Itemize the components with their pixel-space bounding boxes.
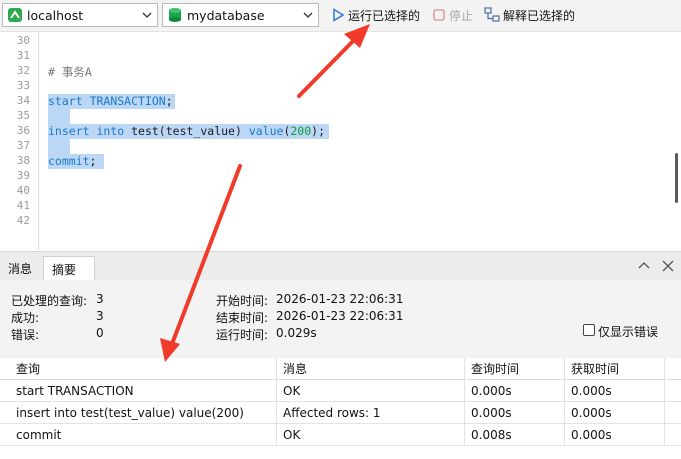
end-time-value: 2026-01-23 22:06:31 — [276, 309, 404, 323]
processed-queries-value: 3 — [96, 292, 104, 306]
code-keyword: commit — [48, 154, 90, 168]
tab-summary-label: 摘要 — [52, 262, 77, 277]
code-text: test(test_value) — [124, 124, 249, 138]
code-punctuation: ); — [311, 124, 326, 138]
runtime-value: 0.029s — [276, 326, 317, 340]
code-number: 200 — [290, 124, 312, 138]
database-label: mydatabase — [187, 7, 265, 23]
summary-panel: 已处理的查询: 3 成功: 3 错误: 0 开始时间: 2026-01-23 2… — [0, 280, 681, 358]
cell-query: insert into test(test_value) value(200) — [10, 402, 277, 424]
explain-selected-label: 解释已选择的 — [503, 8, 576, 23]
line-number: 33 — [16, 79, 30, 92]
code-comment-line: # 事务A — [48, 65, 92, 79]
tab-messages[interactable]: 消息 — [0, 256, 40, 281]
cell-query: commit — [10, 424, 277, 446]
error-value: 0 — [96, 326, 104, 340]
start-time-label: 开始时间: — [216, 294, 269, 308]
explain-icon — [484, 7, 500, 22]
cell-query: start TRANSACTION — [10, 380, 277, 402]
table-row[interactable]: start TRANSACTION OK 0.000s 0.000s — [0, 380, 681, 402]
error-label: 错误: — [11, 328, 40, 342]
line-number: 40 — [16, 184, 30, 197]
success-label: 成功: — [11, 311, 40, 325]
column-header-query[interactable]: 查询 — [10, 358, 277, 380]
selection-highlight — [48, 139, 70, 154]
cell-fetch-time: 0.000s — [565, 380, 665, 402]
code-keyword: start — [48, 94, 83, 108]
chevron-down-icon — [142, 12, 152, 18]
gutter-divider — [38, 32, 39, 250]
cell-query-time: 0.000s — [465, 402, 565, 424]
close-icon[interactable] — [661, 259, 675, 273]
selection-highlight — [48, 109, 70, 124]
line-number: 35 — [16, 109, 30, 122]
explain-selected-button[interactable]: 解释已选择的 — [484, 6, 575, 24]
stop-button[interactable]: 停止 — [432, 6, 473, 24]
processed-queries-label: 已处理的查询: — [11, 294, 88, 308]
chevron-up-icon[interactable] — [637, 259, 651, 273]
code-line-commit: commit; — [48, 154, 96, 168]
column-header-message[interactable]: 消息 — [277, 358, 465, 380]
run-icon — [333, 8, 345, 22]
line-number: 41 — [16, 199, 30, 212]
code-keyword: insert — [48, 124, 90, 138]
line-number: 32 — [16, 64, 30, 77]
code-line-start-transaction: start TRANSACTION; — [48, 94, 173, 108]
line-number: 30 — [16, 34, 30, 47]
app-window: localhost mydatabase 运行已选择的 停止 解释已选择的 30… — [0, 0, 681, 459]
line-number: 39 — [16, 169, 30, 182]
line-number: 38 — [16, 154, 30, 167]
code-punctuation: ; — [165, 94, 173, 108]
result-tabs-bar: 消息 摘要 — [0, 251, 681, 281]
line-number: 42 — [16, 214, 30, 227]
stop-icon — [433, 9, 445, 21]
success-value: 3 — [96, 309, 104, 323]
tab-messages-label: 消息 — [8, 262, 33, 276]
toolbar: localhost mydatabase 运行已选择的 停止 解释已选择的 — [0, 0, 681, 31]
code-punctuation: ; — [89, 154, 97, 168]
column-header-fetch-time[interactable]: 获取时间 — [565, 358, 665, 380]
table-row[interactable]: insert into test(test_value) value(200) … — [0, 402, 681, 424]
only-errors-checkbox[interactable] — [583, 324, 595, 336]
line-number: 31 — [16, 49, 30, 62]
cell-query-time: 0.000s — [465, 380, 565, 402]
column-header-query-time[interactable]: 查询时间 — [465, 358, 565, 380]
line-number: 36 — [16, 124, 30, 137]
stop-label: 停止 — [449, 8, 474, 23]
results-table: 查询 消息 查询时间 获取时间 start TRANSACTION OK 0.0… — [0, 358, 681, 459]
connection-select[interactable]: localhost — [2, 3, 158, 27]
only-errors-label: 仅显示错误 — [598, 325, 659, 339]
runtime-label: 运行时间: — [216, 328, 269, 342]
cell-fetch-time: 0.000s — [565, 402, 665, 424]
start-time-value: 2026-01-23 22:06:31 — [276, 292, 404, 306]
cell-message: OK — [277, 424, 465, 446]
code-line-insert: insert into test(test_value) value(200); — [48, 124, 325, 138]
code-keyword: into — [96, 124, 125, 138]
connection-icon — [8, 8, 22, 22]
end-time-label: 结束时间: — [216, 311, 269, 325]
run-selected-label: 运行已选择的 — [348, 8, 421, 23]
editor-scrollbar[interactable] — [675, 153, 678, 203]
run-selected-button[interactable]: 运行已选择的 — [331, 6, 420, 24]
sql-editor[interactable]: 30 31 32 33 34 35 36 37 38 39 40 41 42 #… — [0, 31, 681, 250]
line-number: 37 — [16, 139, 30, 152]
chevron-down-icon — [303, 12, 313, 18]
cell-message: OK — [277, 380, 465, 402]
line-number: 34 — [16, 94, 30, 107]
cell-fetch-time: 0.000s — [565, 424, 665, 446]
database-select[interactable]: mydatabase — [162, 3, 319, 27]
cell-message: Affected rows: 1 — [277, 402, 465, 424]
database-icon — [169, 8, 181, 22]
table-row[interactable]: commit OK 0.008s 0.000s — [0, 424, 681, 446]
cell-query-time: 0.008s — [465, 424, 565, 446]
code-keyword: TRANSACTION — [89, 94, 166, 108]
code-keyword: value — [248, 124, 284, 138]
connection-label: localhost — [27, 7, 84, 23]
line-number-gutter: 30 31 32 33 34 35 36 37 38 39 40 41 42 — [0, 32, 38, 250]
table-header-row: 查询 消息 查询时间 获取时间 — [0, 358, 681, 380]
tab-summary[interactable]: 摘要 — [43, 256, 95, 281]
